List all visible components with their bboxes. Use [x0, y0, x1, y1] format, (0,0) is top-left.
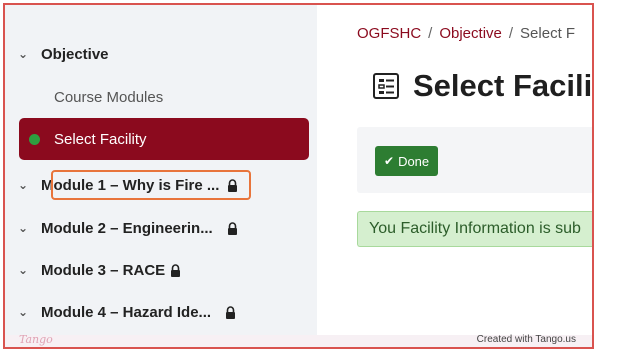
breadcrumb-section-link[interactable]: Objective: [439, 25, 502, 42]
sidebar-item-module-3[interactable]: ⌄ Module 3 – RACE: [5, 253, 317, 287]
screenshot-frame: ⌄ Objective Course Modules Select Facili…: [3, 3, 594, 349]
breadcrumb-separator: /: [428, 25, 433, 42]
sidebar-item-label: Select Facility: [54, 130, 147, 148]
success-alert-text: You Facility Information is sub: [369, 220, 581, 237]
tango-logo: Tango: [19, 333, 53, 346]
action-panel: ✔ Done: [357, 127, 592, 193]
breadcrumb-current: Select F: [520, 25, 576, 42]
footer-credit: Created with Tango.us: [476, 334, 576, 345]
page-title: Select Facili: [413, 68, 592, 103]
sidebar-item-label: Course Modules: [54, 88, 164, 106]
sidebar-item-label: Module 2 – Engineerin...: [41, 219, 213, 237]
checkmark-icon: ✔: [384, 154, 395, 168]
chevron-down-icon: ⌄: [17, 221, 29, 235]
page-header: Select Facili: [371, 68, 592, 104]
document-list-icon: [371, 71, 401, 101]
sidebar-item-select-facility[interactable]: Select Facility: [19, 118, 309, 160]
breadcrumb-separator: /: [508, 25, 514, 42]
chevron-down-icon: ⌄: [17, 305, 29, 319]
sidebar-item-label: Module 3 – RACE: [41, 261, 166, 279]
footer-bar: Tango Created with Tango.us: [5, 333, 592, 347]
chevron-down-icon: ⌄: [17, 47, 29, 61]
sidebar-item-label: Module 4 – Hazard Ide...: [41, 303, 212, 321]
lock-icon: [225, 305, 236, 319]
sidebar-item-objective[interactable]: ⌄ Objective: [5, 37, 317, 71]
breadcrumb-root-link[interactable]: OGFSHC: [357, 25, 421, 42]
status-dot-icon: [29, 133, 40, 145]
sidebar-item-module-2[interactable]: ⌄ Module 2 – Engineerin...: [5, 211, 317, 245]
done-button[interactable]: ✔ Done: [375, 146, 439, 176]
lock-icon: [170, 263, 181, 277]
done-button-label: Done: [398, 153, 430, 169]
sidebar: ⌄ Objective Course Modules Select Facili…: [5, 5, 317, 335]
main-content: OGFSHC / Objective / Select F Select Facili …: [317, 5, 592, 335]
lock-icon: [227, 221, 238, 235]
sidebar-item-label: Objective: [41, 45, 109, 63]
sidebar-item-course-modules[interactable]: Course Modules: [5, 80, 317, 114]
chevron-down-icon: ⌄: [17, 178, 29, 192]
chevron-down-icon: ⌄: [17, 263, 29, 277]
success-alert: You Facility Information is sub: [357, 211, 592, 247]
sidebar-item-module-4[interactable]: ⌄ Module 4 – Hazard Ide...: [5, 295, 317, 329]
breadcrumb: OGFSHC / Objective / Select F: [357, 25, 575, 42]
click-highlight: [51, 170, 251, 200]
